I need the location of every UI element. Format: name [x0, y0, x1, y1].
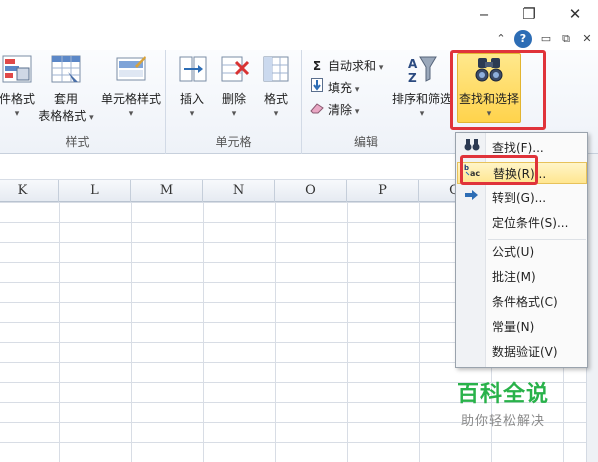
menu-item-label: 定位条件(S)...	[492, 216, 569, 230]
menu-item-conditional-formatting[interactable]: 条件格式(C)	[457, 291, 587, 313]
cell-styles-label: 单元格样式	[100, 92, 161, 106]
delete-button[interactable]: 删除 ▾	[214, 54, 254, 119]
cells-group-label: 单元格	[215, 135, 252, 149]
delete-icon	[218, 54, 250, 84]
fill-button[interactable]: 填充 ▾	[310, 78, 359, 98]
column-header-n[interactable]: N	[203, 180, 275, 202]
delete-label: 删除	[221, 92, 246, 106]
table-format-label-2: 表格格式	[38, 109, 87, 123]
editing-group-label: 编辑	[353, 135, 378, 149]
styles-group-label: 样式	[65, 135, 90, 149]
chevron-down-icon: ▾	[128, 109, 134, 119]
workbook-restore-icon[interactable]: ⧉	[557, 30, 575, 48]
replace-highlight-box	[460, 155, 538, 185]
chevron-down-icon: ▾	[231, 109, 237, 119]
format-button[interactable]: 格式 ▾	[256, 54, 296, 119]
fill-label: 填充	[328, 81, 353, 95]
menu-item-label: 条件格式(C)	[492, 295, 558, 309]
conditional-format-label: 件格式	[0, 92, 35, 106]
column-header-k[interactable]: K	[0, 180, 59, 202]
cell-styles-button[interactable]: 单元格样式 ▾	[96, 54, 166, 119]
sigma-icon: Σ	[312, 59, 322, 73]
cells-group: 插入 ▾ 删除 ▾ 格式 ▾ 单元格	[166, 50, 302, 154]
table-format-icon	[50, 54, 82, 84]
clear-button[interactable]: 清除 ▾	[310, 100, 359, 120]
insert-button[interactable]: 插入 ▾	[172, 54, 212, 119]
chevron-down-icon: ▾	[273, 109, 279, 119]
watermark: 百科全说 助你轻松解决	[418, 376, 588, 436]
help-icon[interactable]: ?	[514, 30, 532, 48]
chevron-down-icon: ▾	[189, 109, 195, 119]
styles-group: 件格式 ▾ 套用 表格格式 ▾ 单元格样式 ▾ 样式	[0, 50, 166, 154]
workbook-close-icon[interactable]: ✕	[578, 30, 596, 48]
table-format-label-1: 套用	[53, 92, 78, 106]
collapse-ribbon-icon[interactable]: ⌃	[492, 30, 510, 48]
menu-item-data-validation[interactable]: 数据验证(V)	[457, 341, 587, 363]
menu-item-label: 数据验证(V)	[492, 345, 558, 359]
svg-text:A: A	[408, 57, 418, 71]
chevron-down-icon: ▾	[14, 109, 20, 119]
sort-filter-label: 排序和筛选	[391, 92, 452, 106]
excel-window: ‒ ❐ ✕ ⌃ ? ▭ ⧉ ✕ 件格式 ▾ 套用 表格格式 ▾ 单元格样式 ▾ …	[0, 0, 598, 462]
menu-separator	[488, 239, 586, 240]
menu-item-constants[interactable]: 常量(N)	[457, 316, 587, 338]
menu-item-formulas[interactable]: 公式(U)	[457, 241, 587, 263]
cell-styles-icon	[115, 54, 147, 84]
watermark-subtitle: 助你轻松解决	[460, 414, 545, 429]
column-header-p[interactable]: P	[347, 180, 419, 202]
ribbon-top-controls: ⌃ ? ▭ ⧉ ✕	[0, 28, 598, 50]
column-header-l[interactable]: L	[59, 180, 131, 202]
format-label: 格式	[263, 92, 288, 106]
column-header-o[interactable]: O	[275, 180, 347, 202]
eraser-icon	[310, 100, 324, 120]
watermark-title: 百科全说	[456, 382, 549, 407]
format-as-table-button[interactable]: 套用 表格格式 ▾	[36, 54, 96, 124]
find-select-highlight-box	[450, 50, 546, 130]
column-header-m[interactable]: M	[131, 180, 203, 202]
autosum-label: 自动求和	[328, 59, 377, 73]
menu-item-label: 常量(N)	[492, 320, 535, 334]
close-window-button[interactable]: ✕	[562, 4, 588, 24]
conditional-format-button[interactable]: 件格式 ▾	[0, 54, 40, 119]
chevron-down-icon: ▾	[419, 109, 425, 119]
clear-label: 清除	[328, 103, 353, 117]
menu-item-goto[interactable]: 转到(G)...	[457, 187, 587, 209]
insert-label: 插入	[179, 92, 204, 106]
conditional-format-icon	[1, 54, 33, 84]
sort-filter-icon: A Z	[406, 54, 438, 85]
menu-item-label: 转到(G)...	[492, 191, 547, 205]
insert-icon	[176, 54, 208, 84]
menu-item-label: 批注(M)	[492, 270, 536, 284]
format-icon	[260, 54, 292, 84]
autosum-button[interactable]: Σ 自动求和 ▾	[310, 56, 384, 76]
sort-filter-button[interactable]: A Z 排序和筛选 ▾	[390, 54, 454, 119]
menu-item-goto-special[interactable]: 定位条件(S)...	[457, 212, 587, 234]
menu-item-label: 公式(U)	[492, 245, 535, 259]
minimize-window-button[interactable]: ‒	[471, 4, 497, 24]
fill-down-icon	[310, 78, 324, 98]
restore-window-button[interactable]: ❐	[516, 4, 542, 24]
title-bar: ‒ ❐ ✕	[0, 0, 598, 28]
svg-text:Z: Z	[408, 71, 417, 84]
arrow-right-icon	[463, 187, 481, 209]
workbook-minimize-icon[interactable]: ▭	[537, 30, 555, 48]
menu-item-comments[interactable]: 批注(M)	[457, 266, 587, 288]
